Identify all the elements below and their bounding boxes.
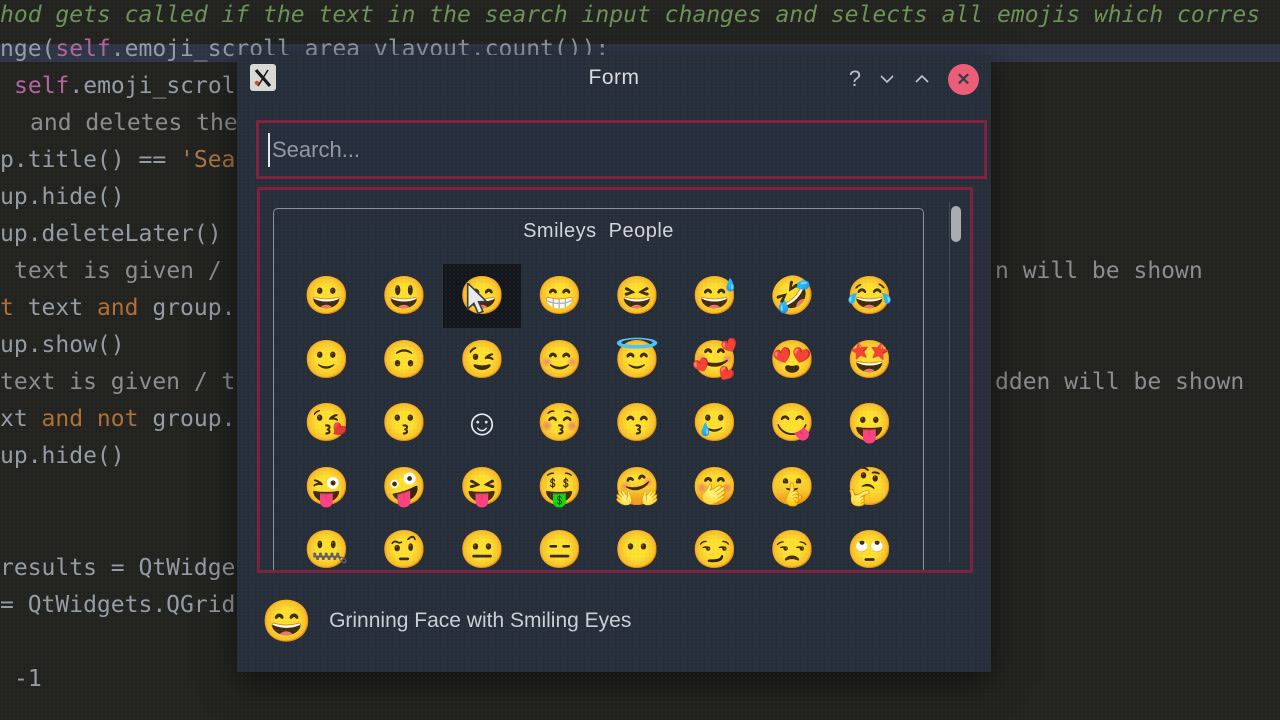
code-line: dden will be shown: [995, 369, 1244, 395]
code-line: n will be shown: [995, 258, 1203, 284]
code-line: p.title() == 'Sea: [0, 147, 235, 173]
emoji-cell[interactable]: 😇: [598, 328, 676, 392]
code-line: xt and not group.: [0, 406, 235, 432]
code-line: -1: [14, 666, 42, 692]
emoji-cell[interactable]: 🥲: [676, 391, 754, 455]
mouse-cursor-icon: [466, 283, 493, 322]
emoji-cell[interactable]: 🤗: [598, 455, 676, 519]
emoji-cell[interactable]: 😋: [754, 391, 832, 455]
emoji-cell[interactable]: 😉: [443, 328, 521, 392]
code-line: t text and group.: [0, 295, 235, 321]
emoji-cell[interactable]: 😅: [676, 264, 754, 328]
emoji-cell[interactable]: 😶: [598, 518, 676, 573]
code-line: text is given /: [14, 258, 222, 284]
code-line: up.hide(): [0, 443, 125, 469]
emoji-cell[interactable]: 🙃: [366, 328, 444, 392]
emoji-cell[interactable]: 😘: [288, 391, 366, 455]
emoji-category-panel: Smileys People 😀😃😄😁😆😅🤣😂🙂🙃😉😊😇🥰😍🤩😘😗☺😚😙🥲😋😛😜…: [273, 208, 924, 573]
preview-emoji: 😄: [261, 601, 312, 642]
emoji-cell[interactable]: 😝: [443, 455, 521, 519]
emoji-grid: 😀😃😄😁😆😅🤣😂🙂🙃😉😊😇🥰😍🤩😘😗☺😚😙🥲😋😛😜🤪😝🤑🤗🤭🤫🤔🤐🤨😐😑😶😏😒🙄: [288, 264, 909, 573]
scrollbar-thumb[interactable]: [951, 206, 961, 242]
code-line: up.hide(): [0, 184, 125, 210]
code-line: and deletes the: [30, 110, 238, 136]
emoji-picker-dialog: Form ? ✕ Search... Smileys People 😀😃 😄 😁😆😅…: [237, 55, 991, 672]
code-line: results = QtWidge: [0, 555, 235, 581]
search-placeholder: Search...: [272, 137, 360, 163]
emoji-cell[interactable]: 😗: [366, 391, 444, 455]
emoji-cell[interactable]: 😍: [754, 328, 832, 392]
emoji-cell[interactable]: 😂: [831, 264, 909, 328]
emoji-cell[interactable]: 😜: [288, 455, 366, 519]
emoji-cell[interactable]: 🤭: [676, 455, 754, 519]
emoji-cell[interactable]: ☺: [443, 391, 521, 455]
code-line: hod gets called if the text in the searc…: [0, 2, 1260, 28]
chevron-down-icon[interactable]: [878, 70, 896, 88]
code-line: = QtWidgets.QGrid: [0, 592, 235, 618]
emoji-cell[interactable]: 😚: [521, 391, 599, 455]
category-title: Smileys People: [274, 220, 923, 243]
emoji-cell[interactable]: 😐: [443, 518, 521, 573]
text-caret: [268, 133, 270, 167]
emoji-cell[interactable]: 😑: [521, 518, 599, 573]
selected-emoji-preview: 😄 Grinning Face with Smiling Eyes: [261, 595, 961, 647]
close-button[interactable]: ✕: [948, 64, 979, 95]
emoji-cell[interactable]: 😊: [521, 328, 599, 392]
emoji-cell[interactable]: 😛: [831, 391, 909, 455]
code-line: self.emoji_scrol: [14, 73, 236, 99]
dialog-titlebar[interactable]: Form ? ✕: [237, 55, 991, 103]
code-line: up.show(): [0, 332, 125, 358]
code-line: text is given / t: [0, 369, 235, 395]
emoji-cell[interactable]: 🙄: [831, 518, 909, 573]
code-line: up.deleteLater(): [0, 221, 222, 247]
emoji-cell[interactable]: 🤪: [366, 455, 444, 519]
preview-emoji-name: Grinning Face with Smiling Eyes: [329, 609, 631, 633]
emoji-cell[interactable]: 🙂: [288, 328, 366, 392]
chevron-up-icon[interactable]: [913, 70, 931, 88]
emoji-cell[interactable]: 😙: [598, 391, 676, 455]
emoji-cell[interactable]: 🤫: [754, 455, 832, 519]
emoji-cell[interactable]: 🤑: [521, 455, 599, 519]
help-button[interactable]: ?: [849, 68, 861, 90]
emoji-cell[interactable]: 🤣: [754, 264, 832, 328]
emoji-cell[interactable]: 😁: [521, 264, 599, 328]
scrollbar-track[interactable]: [949, 202, 962, 562]
emoji-cell[interactable]: 🤨: [366, 518, 444, 573]
emoji-cell[interactable]: 😀: [288, 264, 366, 328]
emoji-cell[interactable]: 🤐: [288, 518, 366, 573]
emoji-cell[interactable]: 🤔: [831, 455, 909, 519]
emoji-cell[interactable]: 😆: [598, 264, 676, 328]
emoji-cell[interactable]: 🤩: [831, 328, 909, 392]
emoji-cell[interactable]: 😃: [366, 264, 444, 328]
emoji-cell[interactable]: 😒: [754, 518, 832, 573]
emoji-cell[interactable]: 😏: [676, 518, 754, 573]
emoji-scroll-area[interactable]: Smileys People 😀😃😄😁😆😅🤣😂🙂🙃😉😊😇🥰😍🤩😘😗☺😚😙🥲😋😛😜…: [257, 187, 973, 573]
search-input[interactable]: Search...: [256, 120, 987, 179]
emoji-cell[interactable]: 🥰: [676, 328, 754, 392]
